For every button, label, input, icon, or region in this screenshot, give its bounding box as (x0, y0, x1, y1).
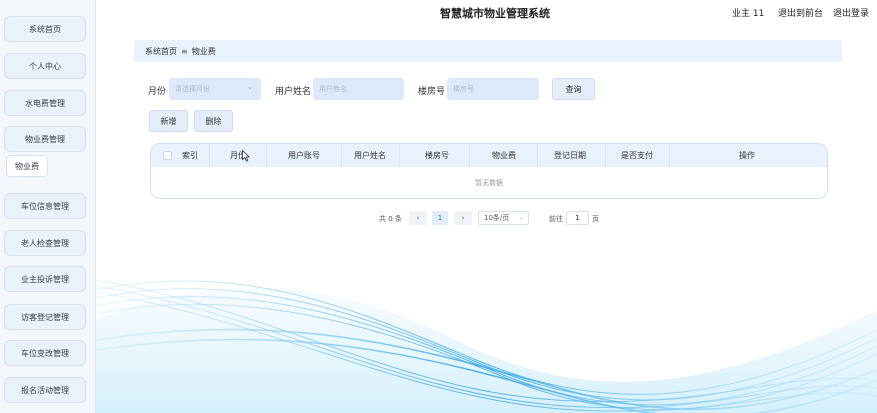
back-to-front-link[interactable]: 退出到前台 (778, 6, 823, 19)
current-user: 业主 11 (732, 9, 765, 19)
chevron-down-icon: ⌄ (518, 214, 524, 221)
table-header-row: 索引 月份 用户账号 用户姓名 楼房号 物业费 登记日期 是否支付 操作 (151, 144, 827, 167)
breadcrumb-current: 物业费 (191, 46, 216, 56)
sidebar-item-visitor-registration[interactable]: 访客登记管理 (4, 304, 86, 330)
goto-page-input[interactable]: 1 (566, 211, 589, 225)
prev-page-button[interactable]: ‹ (409, 211, 427, 225)
sidebar-item-property-fee[interactable]: 物业费管理 (4, 126, 86, 152)
col-paid: 是否支付 (621, 151, 653, 160)
sidebar-item-event-signup[interactable]: 报名活动管理 (4, 377, 86, 403)
breadcrumb: 系统首页 ≡ 物业费 (134, 40, 842, 62)
delete-button[interactable]: 删除 (194, 110, 233, 132)
data-table: 索引 月份 用户账号 用户姓名 楼房号 物业费 登记日期 是否支付 操作 暂无数… (150, 143, 828, 199)
sidebar-item-home[interactable]: 系统首页 (4, 16, 86, 42)
sidebar-item-utilities[interactable]: 水电费管理 (4, 90, 86, 116)
month-label: 月份 (148, 87, 167, 97)
room-label: 楼房号 (418, 87, 446, 97)
logout-link[interactable]: 退出登录 (833, 6, 869, 19)
month-select[interactable]: 请选择月份 ⌄ (169, 78, 261, 100)
column-divider (399, 144, 400, 167)
sidebar: 系统首页 个人中心 水电费管理 物业费管理 物业费 车位信息管理 老人检查管理 … (0, 0, 96, 413)
username-input[interactable]: 用户姓名 (313, 78, 404, 100)
username-input-placeholder: 用户姓名 (319, 85, 347, 93)
page-size-select[interactable]: 10条/页 ⌄ (478, 211, 529, 225)
room-input-placeholder: 楼房号 (453, 85, 474, 93)
goto-label: 前往 (549, 215, 563, 223)
column-divider (209, 144, 210, 167)
col-property-fee: 物业费 (492, 151, 516, 160)
column-divider (266, 144, 267, 167)
col-index: 索引 (182, 151, 198, 160)
sidebar-item-complaints[interactable]: 业主投诉管理 (4, 266, 86, 292)
username-label: 用户姓名 (275, 87, 312, 97)
col-account: 用户账号 (288, 151, 320, 160)
page-unit-label: 页 (592, 215, 599, 223)
col-username: 用户姓名 (354, 151, 386, 160)
add-button[interactable]: 新增 (149, 110, 188, 132)
sidebar-item-elderly-check[interactable]: 老人检查管理 (4, 230, 86, 256)
app-title: 智慧城市物业管理系统 (440, 7, 550, 20)
sidebar-item-parking-change[interactable]: 车位变改管理 (4, 340, 86, 366)
month-select-placeholder: 请选择月份 (175, 85, 210, 93)
table-empty-text: 暂无数据 (475, 179, 503, 187)
sidebar-item-parking-info[interactable]: 车位信息管理 (4, 193, 86, 219)
breadcrumb-home[interactable]: 系统首页 (145, 46, 177, 57)
column-divider (605, 144, 606, 167)
chevron-down-icon: ⌄ (247, 83, 253, 91)
page-size-value: 10条/页 (484, 214, 510, 222)
mouse-cursor-icon (242, 150, 250, 162)
room-input[interactable]: 楼房号 (447, 78, 539, 100)
column-divider (341, 144, 342, 167)
select-all-checkbox[interactable] (163, 151, 172, 160)
page-1-button[interactable]: 1 (432, 211, 448, 225)
query-button[interactable]: 查询 (552, 78, 595, 100)
sidebar-item-personal-center[interactable]: 个人中心 (4, 53, 86, 79)
column-divider (669, 144, 670, 167)
wave-decoration (96, 279, 877, 413)
column-divider (537, 144, 538, 167)
pagination-total: 共 0 条 (379, 215, 402, 223)
col-actions: 操作 (739, 151, 755, 160)
column-divider (469, 144, 470, 167)
next-page-button[interactable]: › (454, 211, 472, 225)
sidebar-subitem-property-fee[interactable]: 物业费 (6, 155, 48, 177)
col-register-date: 登记日期 (554, 151, 586, 160)
col-room: 楼房号 (425, 151, 449, 160)
breadcrumb-separator: ≡ (181, 46, 188, 56)
